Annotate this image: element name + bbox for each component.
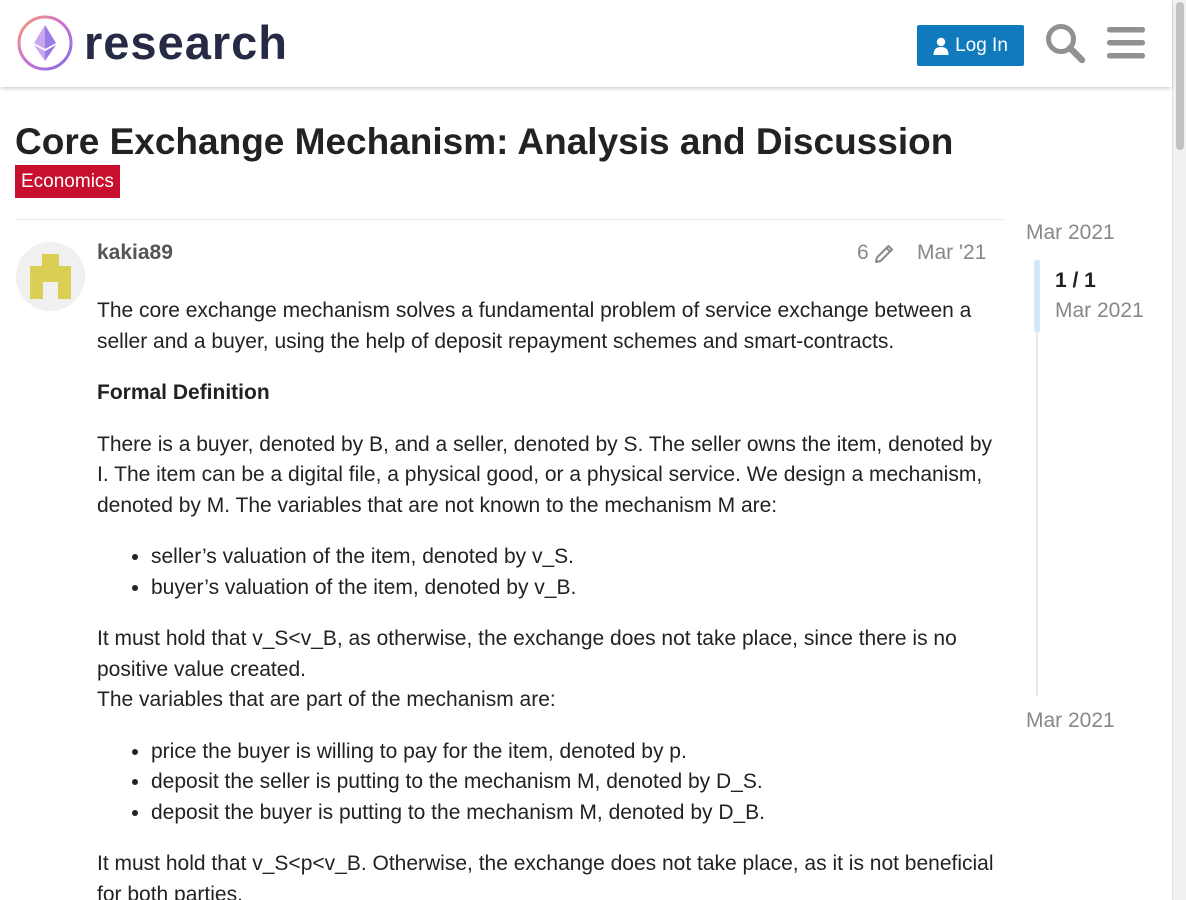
list-item: seller’s valuation of the item, denoted … (151, 542, 997, 573)
edit-count: 6 (857, 241, 869, 264)
post-paragraph-heading: Formal Definition (97, 378, 997, 409)
list-item: deposit the seller is putting to the mec… (151, 767, 997, 798)
timeline-post-count: 1 / 1 (1055, 269, 1096, 292)
site-logo[interactable]: research (16, 14, 287, 72)
hamburger-menu-icon[interactable] (1107, 26, 1145, 60)
page-scrollbar[interactable] (1172, 0, 1186, 900)
section-heading: Formal Definition (97, 381, 270, 404)
site-name: research (84, 16, 288, 69)
site-header: research Log In (0, 0, 1172, 87)
identicon-avatar-icon (16, 242, 85, 311)
timeline-current-date: Mar 2021 (1055, 299, 1144, 322)
login-button-label: Log In (955, 34, 1008, 56)
user-icon (933, 37, 949, 55)
search-icon[interactable] (1044, 22, 1086, 64)
avatar[interactable] (16, 242, 85, 311)
post-paragraph: The core exchange mechanism solves a fun… (97, 299, 972, 353)
post-paragraph: It must hold that v_S<p<v_B. Otherwise, … (97, 852, 994, 900)
list-item: deposit the buyer is putting to the mech… (151, 798, 997, 829)
post-username[interactable]: kakia89 (97, 240, 173, 266)
ethereum-logo-icon (17, 15, 73, 71)
post-paragraph: There is a buyer, denoted by B, and a se… (97, 432, 993, 517)
timeline-end-date[interactable]: Mar 2021 (1026, 708, 1115, 734)
post-paragraph: The variables that are part of the mecha… (97, 688, 556, 711)
topic-title[interactable]: Core Exchange Mechanism: Analysis and Di… (15, 120, 953, 164)
list-item: buyer’s valuation of the item, denoted b… (151, 573, 997, 604)
login-button[interactable]: Log In (917, 25, 1024, 66)
post-date[interactable]: Mar '21 (917, 240, 986, 266)
timeline-scroll-handle[interactable] (1034, 260, 1040, 332)
edit-history[interactable]: 6 (857, 240, 896, 266)
topic-divider (15, 219, 1004, 220)
scrollbar-thumb[interactable] (1176, 2, 1184, 150)
pencil-icon (874, 245, 893, 263)
unknown-variables-list: seller’s valuation of the item, denoted … (151, 542, 997, 603)
category-badge[interactable]: Economics (15, 165, 120, 198)
post-paragraph: It must hold that v_S<v_B, as otherwise,… (97, 627, 957, 681)
mechanism-variables-list: price the buyer is willing to pay for th… (151, 737, 997, 829)
timeline-start-date[interactable]: Mar 2021 (1026, 220, 1115, 246)
list-item: price the buyer is willing to pay for th… (151, 737, 997, 768)
post-body: The core exchange mechanism solves a fun… (97, 296, 997, 900)
